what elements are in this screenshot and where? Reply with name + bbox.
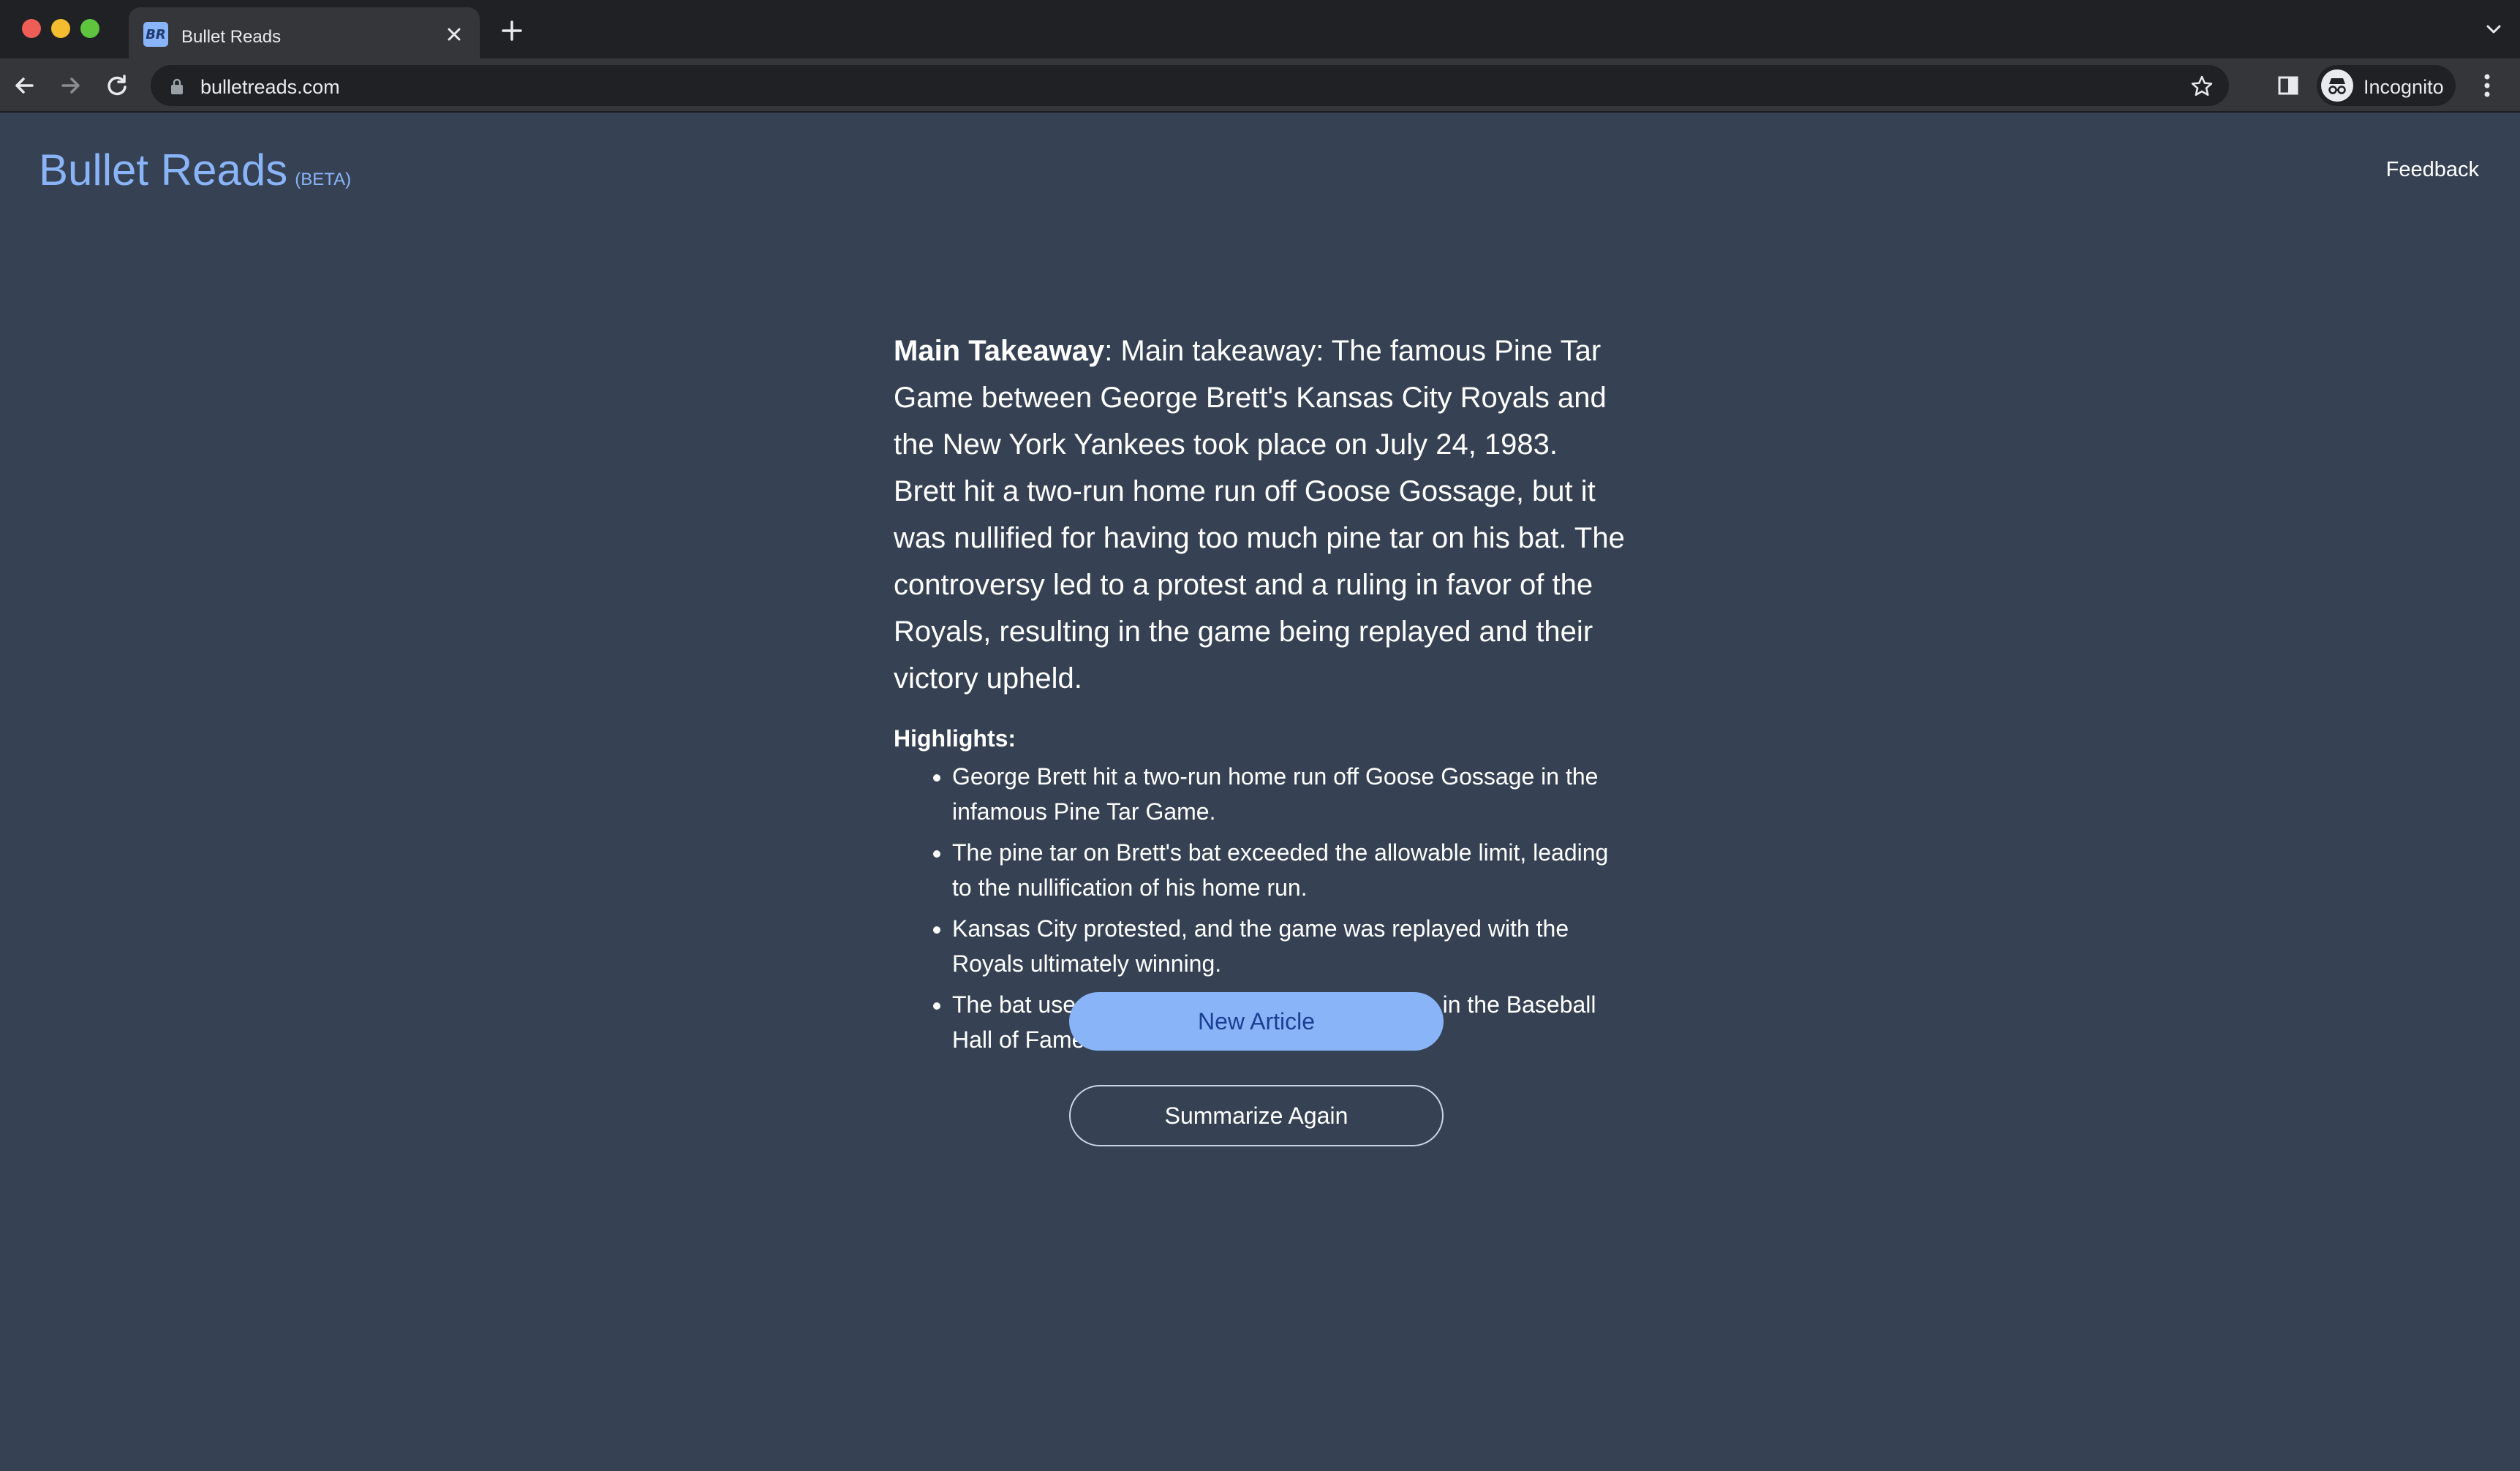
address-bar[interactable]: bulletreads.com <box>151 65 2229 106</box>
beta-badge: (BETA) <box>295 170 352 189</box>
highlight-item: The pine tar on Brett's bat exceeded the… <box>952 835 1625 905</box>
browser-tab[interactable]: BR Bullet Reads <box>129 7 480 58</box>
feedback-link[interactable]: Feedback <box>2386 158 2479 182</box>
profile-label: Incognito <box>2364 76 2444 98</box>
close-icon[interactable] <box>443 23 465 45</box>
reload-icon[interactable] <box>101 69 133 102</box>
main-takeaway: Main Takeaway: Main takeaway: The famous… <box>894 328 1625 702</box>
arrow-left-icon[interactable] <box>9 69 41 102</box>
window-minimize-button[interactable] <box>51 19 70 38</box>
window-close-button[interactable] <box>22 19 41 38</box>
chevron-down-icon[interactable] <box>2482 18 2505 41</box>
brand-name: Bullet Reads <box>39 145 288 194</box>
page-content: Bullet Reads (BETA) Feedback Main Takeawa… <box>0 113 2520 1471</box>
favicon-icon: BR <box>143 22 168 47</box>
arrow-right-icon[interactable] <box>54 69 86 102</box>
brand-logo[interactable]: Bullet Reads (BETA) <box>39 145 351 195</box>
url-text: bulletreads.com <box>200 76 340 98</box>
incognito-icon <box>2321 69 2353 102</box>
summary-panel: Main Takeaway: Main takeaway: The famous… <box>894 328 1625 1063</box>
highlight-item: Kansas City protested, and the game was … <box>952 911 1625 981</box>
new-article-button[interactable]: New Article <box>1069 992 1444 1051</box>
summarize-again-button[interactable]: Summarize Again <box>1069 1085 1444 1146</box>
highlights-heading: Highlights: <box>894 725 1016 752</box>
star-icon[interactable] <box>2189 74 2214 99</box>
browser-toolbar: bulletreads.com Incognito <box>0 58 2520 113</box>
browser-tab-bar: BR Bullet Reads <box>0 0 2520 58</box>
incognito-profile-button[interactable]: Incognito <box>2317 65 2456 106</box>
plus-icon[interactable] <box>497 16 527 45</box>
highlight-item: George Brett hit a two-run home run off … <box>952 759 1625 829</box>
window-maximize-button[interactable] <box>80 19 99 38</box>
takeaway-label: Main Takeaway <box>894 335 1105 367</box>
tab-title: Bullet Reads <box>181 27 282 47</box>
more-vert-icon[interactable] <box>2476 70 2498 101</box>
takeaway-text: : Main takeaway: The famous Pine Tar Gam… <box>894 335 1625 695</box>
lock-icon[interactable] <box>168 77 186 96</box>
side-panel-icon[interactable] <box>2276 73 2301 98</box>
